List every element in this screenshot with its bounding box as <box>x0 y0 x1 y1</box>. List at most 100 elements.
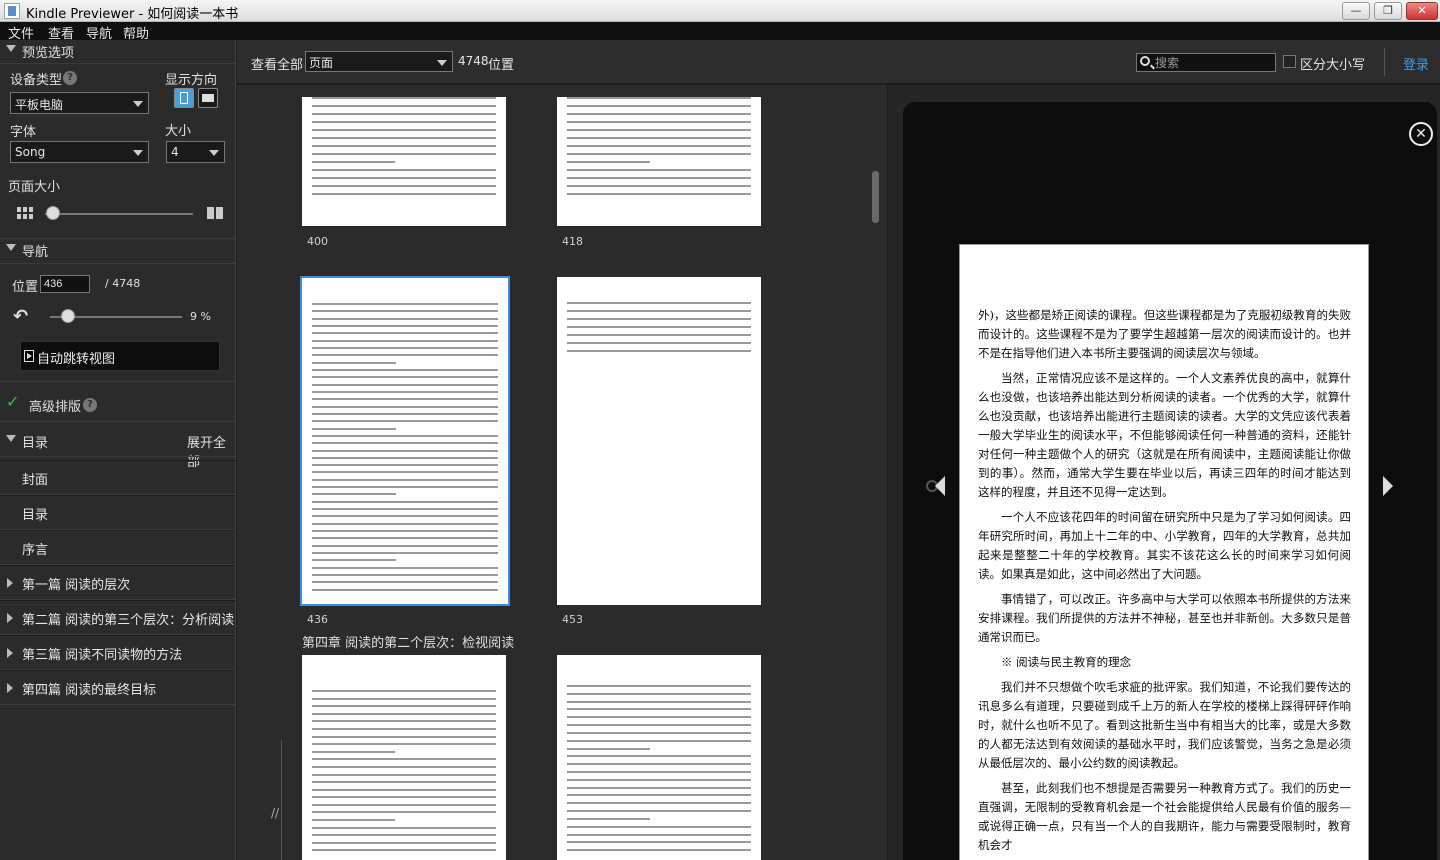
thumbnail-text-line <box>312 434 498 437</box>
thumbnail-text-line <box>312 712 496 715</box>
thumbnail-text-line <box>567 724 751 727</box>
thumbnail-text-line <box>312 727 496 730</box>
divider <box>0 456 235 457</box>
thumbnail-text-line <box>567 731 751 734</box>
thumbnail-text-line <box>312 508 498 511</box>
previous-page-arrow-icon[interactable] <box>935 476 945 496</box>
thumbnail-text-line <box>312 193 496 195</box>
help-icon[interactable]: ? <box>63 71 77 85</box>
search-box[interactable] <box>1136 53 1276 72</box>
close-icon[interactable]: ✕ <box>1409 122 1433 146</box>
sidebar: 预览选项 设备类型 ? 显示方向 平板电脑 字体 大小 Song 4 页面大小 <box>0 40 236 860</box>
page-size-slider-track[interactable] <box>45 213 193 215</box>
page-thumbnail-next[interactable] <box>557 655 761 860</box>
page-thumbnail-436[interactable] <box>302 278 508 604</box>
match-case-label: 区分大小写 <box>1300 58 1366 73</box>
thumbnail-text-line <box>312 735 496 738</box>
thumbnail-text-line <box>312 743 496 746</box>
page-thumbnail-chapter-4[interactable] <box>302 655 506 860</box>
thumbnail-text-line <box>312 773 496 776</box>
title-bar: Kindle Previewer - 如何阅读一本书 — ❐ ✕ <box>0 0 1440 22</box>
device-type-select[interactable]: 平板电脑 <box>10 92 149 114</box>
thumbnail-text-line <box>567 342 751 344</box>
device-screen: 外)，这些都是矫正阅读的课程。但这些课程都是为了克服初级教育的失败而设计的。这些… <box>959 244 1369 860</box>
thumbnail-text-line <box>312 834 496 837</box>
grid-scrollbar[interactable] <box>872 171 879 223</box>
thumbnail-text-line <box>567 700 751 703</box>
tablet-portrait-icon <box>180 92 188 104</box>
thumbnail-text-line <box>312 758 496 761</box>
progress-slider-handle[interactable] <box>60 309 75 323</box>
toc-item-label: 目录 <box>22 508 49 523</box>
toc-item-part-1[interactable]: 第一篇 阅读的层次 <box>0 565 235 600</box>
toc-item-label: 序言 <box>22 543 49 558</box>
reader-paragraph: 我们并不只想做个吹毛求疵的批评家。我们知道，不论我们要传达的讯息多么有道理，只要… <box>978 680 1351 770</box>
expand-triangle-icon[interactable] <box>7 578 13 588</box>
reader-paragraph: ※ 阅读与民主教育的理念 <box>1001 655 1132 669</box>
thumbnail-text-line <box>567 739 751 742</box>
thumbnail-text-line <box>312 464 498 467</box>
view-mode-select[interactable]: 页面 <box>305 51 453 72</box>
login-link[interactable]: 登录 <box>1403 54 1429 73</box>
thumbnail-text-line <box>567 113 751 115</box>
thumbnail-text-line <box>567 129 751 131</box>
toc-item-contents[interactable]: 目录 <box>0 495 235 530</box>
toc-item-part-2[interactable]: 第二篇 阅读的第三个层次：分析阅读 <box>0 600 235 635</box>
landscape-orientation-button[interactable] <box>198 88 218 108</box>
next-page-arrow-icon[interactable] <box>1383 476 1393 496</box>
page-number-400: 400 <box>307 235 328 248</box>
page-thumbnail-400[interactable] <box>302 97 506 226</box>
chevron-down-icon <box>133 101 143 107</box>
thumbnail-text-line <box>312 471 498 474</box>
main-toolbar: 查看全部 页面 4748 位置 区分大小写 登录 <box>237 40 1440 84</box>
page-size-slider-handle[interactable] <box>46 206 60 220</box>
splitter-grip-icon[interactable]: // <box>271 806 279 820</box>
thumbnail-text-line <box>312 765 496 768</box>
device-type-label: 设备类型 <box>10 73 63 88</box>
match-case-checkbox[interactable] <box>1283 55 1296 68</box>
thumbnail-text-line <box>312 449 498 452</box>
location-input[interactable] <box>40 275 90 293</box>
thumbnail-text-line <box>312 588 498 591</box>
close-window-button[interactable]: ✕ <box>1406 2 1438 20</box>
toc-item-cover[interactable]: 封面 <box>0 460 235 495</box>
toc-item-label: 第二篇 阅读的第三个层次：分析阅读 <box>22 613 235 628</box>
size-select[interactable]: 4 <box>166 141 225 163</box>
toc-title: 目录 <box>22 436 49 451</box>
toc-item-part-3[interactable]: 第三篇 阅读不同读物的方法 <box>0 635 235 670</box>
auto-jump-view-button[interactable]: 自动跳转视图 <box>20 341 220 371</box>
divider <box>0 63 235 64</box>
play-view-icon <box>24 350 34 362</box>
thumbnail-text-line <box>567 833 751 836</box>
toc-item-preface[interactable]: 序言 <box>0 530 235 565</box>
portrait-orientation-button[interactable] <box>174 88 194 108</box>
maximize-button[interactable]: ❐ <box>1374 2 1402 20</box>
thumbnail-text-line <box>567 105 751 107</box>
back-arrow-icon[interactable]: ↶ <box>13 306 28 327</box>
navigation-header[interactable]: 导航 <box>0 239 235 261</box>
reader-paragraph: 外)，这些都是矫正阅读的课程。但这些课程都是为了克服初级教育的失败而设计的。这些… <box>978 308 1351 360</box>
page-thumbnail-453[interactable] <box>557 277 761 605</box>
preview-options-header[interactable]: 预览选项 <box>0 40 235 62</box>
thumbnail-text-line <box>312 493 396 496</box>
thumbnail-text-line <box>312 354 498 357</box>
thumbnail-text-line <box>312 826 496 829</box>
minimize-button[interactable]: — <box>1342 2 1370 20</box>
advanced-layout-label: 高级排版 <box>29 400 82 415</box>
thumbnail-text-line <box>312 788 496 791</box>
help-icon[interactable]: ? <box>83 398 97 412</box>
thumbnail-text-line <box>312 552 498 555</box>
expand-triangle-icon[interactable] <box>7 683 13 693</box>
toc-item-part-4[interactable]: 第四篇 阅读的最终目标 <box>0 670 235 705</box>
toc-item-label: 封面 <box>22 473 49 488</box>
thumbnail-text-line <box>567 193 751 195</box>
toc-header[interactable]: 目录 展开全部 <box>0 430 235 470</box>
page-thumbnail-418[interactable] <box>557 97 761 226</box>
search-input[interactable] <box>1155 55 1273 70</box>
large-pages-icon <box>207 207 223 219</box>
progress-percent: 9 % <box>190 310 211 323</box>
expand-triangle-icon[interactable] <box>7 613 13 623</box>
expand-triangle-icon[interactable] <box>7 648 13 658</box>
font-select[interactable]: Song <box>10 141 149 163</box>
check-icon[interactable]: ✓ <box>6 392 19 411</box>
